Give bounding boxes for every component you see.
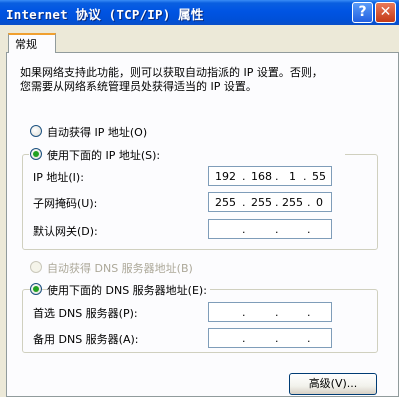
tab-general[interactable]: 常规: [8, 33, 56, 53]
octet-4: 0: [316, 196, 323, 209]
preferred-dns-input[interactable]: . . .: [208, 302, 332, 322]
ip-address-input[interactable]: 192 . 168 . 1 . 55: [208, 166, 332, 186]
close-button[interactable]: ✕: [375, 2, 396, 23]
dot: .: [242, 332, 246, 345]
dot: .: [303, 170, 307, 183]
subnet-mask-input[interactable]: 255 . 255 . 255 . 0: [208, 192, 332, 212]
octet-4: 55: [312, 170, 326, 183]
manual-dns-label[interactable]: 使用下面的 DNS 服务器地址(E):: [47, 282, 210, 298]
gateway-label: 默认网关(D):: [33, 225, 98, 238]
preferred-dns-label: 首选 DNS 服务器(P):: [33, 307, 138, 320]
manual-ip-label[interactable]: 使用下面的 IP 地址(S):: [47, 147, 164, 163]
auto-ip-label[interactable]: 自动获得 IP 地址(O): [47, 124, 147, 140]
dot: .: [275, 170, 279, 183]
octet-3: 255: [282, 196, 303, 209]
dot: .: [275, 332, 279, 345]
auto-ip-radio[interactable]: [30, 125, 42, 137]
gateway-input[interactable]: . . .: [208, 219, 332, 239]
title-bar[interactable]: Internet 协议 (TCP/IP) 属性 ? ✕: [0, 0, 399, 25]
dot: .: [307, 332, 311, 345]
alternate-dns-label: 备用 DNS 服务器(A):: [33, 333, 139, 346]
ip-address-label: IP 地址(I):: [33, 171, 84, 184]
window-title: Internet 协议 (TCP/IP) 属性: [6, 7, 204, 22]
octet-1: 255: [215, 196, 236, 209]
dot: .: [275, 196, 279, 209]
dot: .: [275, 223, 279, 236]
octet-2: 168: [251, 170, 272, 183]
manual-ip-radio[interactable]: [30, 148, 42, 160]
dot: .: [242, 306, 246, 319]
alternate-dns-input[interactable]: . . .: [208, 328, 332, 348]
dot: .: [242, 223, 246, 236]
description-line-2: 您需要从网络系统管理员处获得适当的 IP 设置。: [20, 80, 257, 93]
dot: .: [242, 170, 246, 183]
manual-dns-radio[interactable]: [30, 283, 42, 295]
octet-2: 255: [251, 196, 272, 209]
octet-3: 1: [289, 170, 296, 183]
dot: .: [307, 306, 311, 319]
dot: .: [242, 196, 246, 209]
dot: .: [275, 306, 279, 319]
dot: .: [307, 196, 311, 209]
subnet-mask-label: 子网掩码(U):: [33, 197, 98, 210]
auto-dns-label[interactable]: 自动获得 DNS 服务器地址(B): [47, 260, 193, 276]
help-button[interactable]: ?: [352, 2, 373, 23]
dot: .: [307, 223, 311, 236]
octet-1: 192: [215, 170, 236, 183]
tab-label: 常规: [15, 38, 37, 51]
auto-dns-radio[interactable]: [30, 261, 42, 273]
